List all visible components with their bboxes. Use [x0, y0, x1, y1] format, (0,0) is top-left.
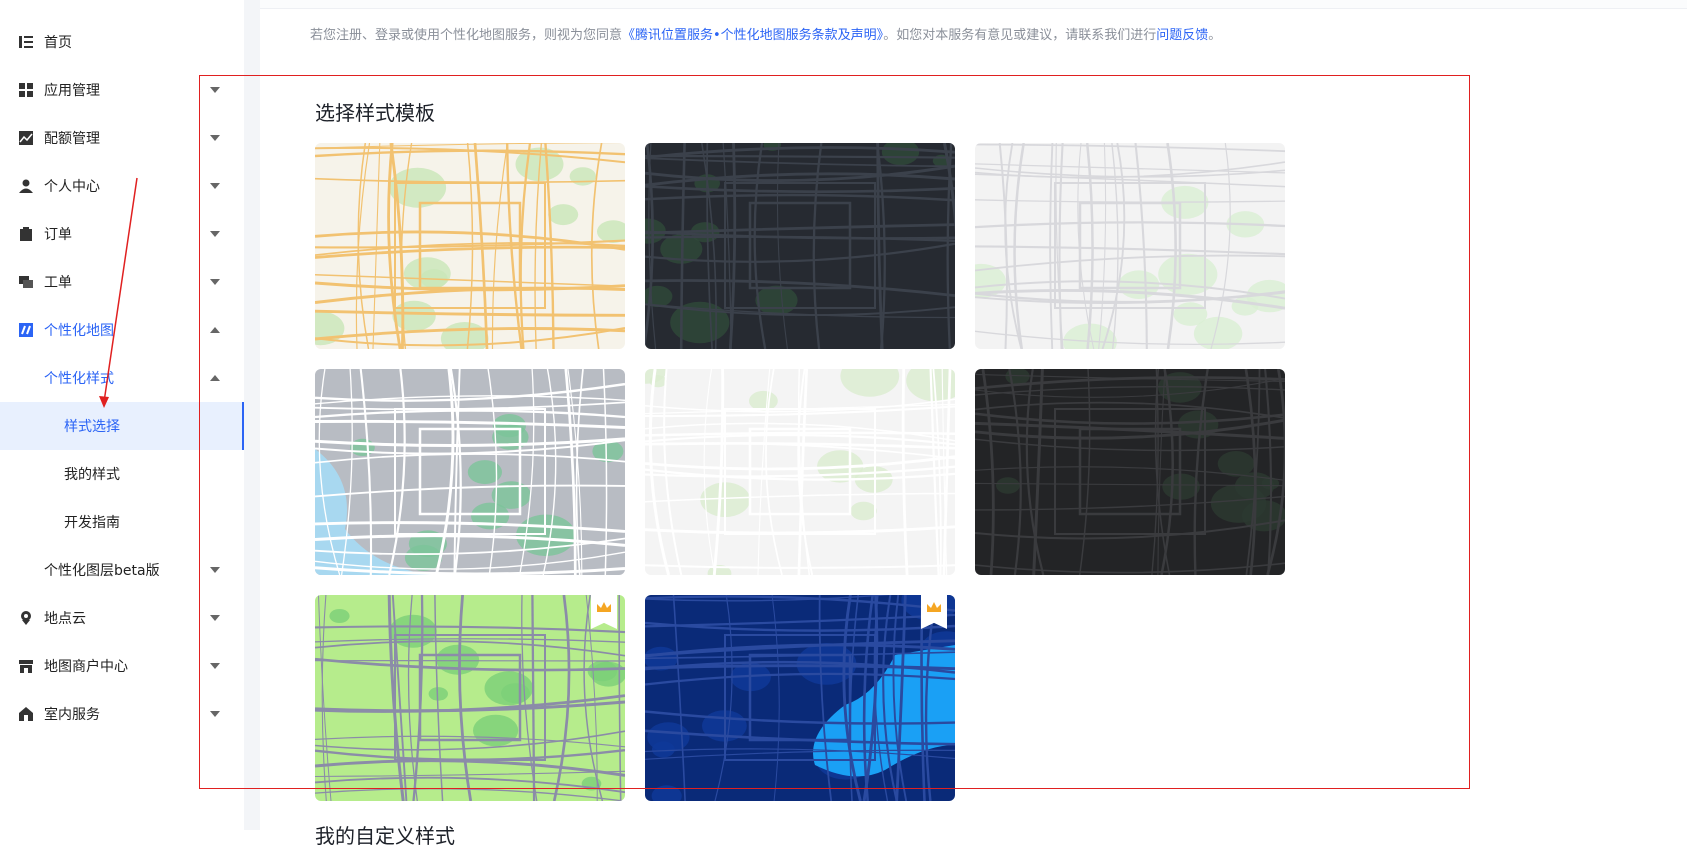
sidebar-item-custom-layer-beta[interactable]: 个性化图层beta版: [0, 546, 244, 594]
notice-prefix: 若您注册、登录或使用个性化地图服务，则视为您同意: [310, 28, 623, 43]
terms-link[interactable]: 《腾讯位置服务•个性化地图服务条款及声明》: [622, 28, 883, 43]
template-card-graphite[interactable]: [975, 369, 1285, 575]
sidebar-item-personal-center[interactable]: 个人中心: [0, 162, 244, 210]
sidebar-item-label: 开发指南: [64, 515, 120, 531]
notice-suffix: 。: [1208, 28, 1222, 43]
custom-map-icon: [18, 322, 34, 338]
notice-middle: 。如您对本服务有意见或建议，请联系我们进行: [883, 28, 1157, 43]
sidebar-item-app-management[interactable]: 应用管理: [0, 66, 244, 114]
terms-notice: 若您注册、登录或使用个性化地图服务，则视为您同意《腾讯位置服务•个性化地图服务条…: [310, 24, 1221, 43]
chevron-down-icon: [210, 663, 220, 669]
sidebar-item-custom-map[interactable]: 个性化地图: [0, 306, 244, 354]
chevron-up-icon: [210, 327, 220, 333]
app-grid-icon: [18, 82, 34, 98]
sidebar-item-label: 个性化地图: [44, 323, 114, 339]
chevron-down-icon: [210, 711, 220, 717]
quota-chart-icon: [18, 130, 34, 146]
map-thumbnail: [315, 143, 625, 349]
chevron-down-icon: [210, 279, 220, 285]
map-thumbnail: [975, 143, 1285, 349]
sidebar-item-home[interactable]: 首页: [0, 18, 244, 66]
chevron-down-icon: [210, 231, 220, 237]
sidebar-gutter: [244, 0, 260, 830]
sidebar-item-my-styles[interactable]: 我的样式: [0, 450, 244, 498]
sidebar-item-label: 个性化样式: [44, 371, 114, 387]
map-thumbnail: [645, 369, 955, 575]
chevron-down-icon: [210, 615, 220, 621]
map-thumbnail: [975, 369, 1285, 575]
template-card-standard-light[interactable]: [315, 143, 625, 349]
sidebar-item-tickets[interactable]: 工单: [0, 258, 244, 306]
map-thumbnail: [645, 595, 955, 801]
sidebar-nav: 首页 应用管理 配额管理 个人中心 订单 工单 个性化地图 个性化样式 样式选择…: [0, 0, 245, 830]
clipboard-icon: [18, 226, 34, 242]
map-thumbnail: [315, 595, 625, 801]
section-title: 选择样式模板: [315, 101, 435, 125]
sidebar-item-orders[interactable]: 订单: [0, 210, 244, 258]
template-card-blue-sea[interactable]: [315, 369, 625, 575]
chevron-down-icon: [210, 135, 220, 141]
user-icon: [18, 178, 34, 194]
sidebar-item-label: 配额管理: [44, 131, 100, 147]
chevron-down-icon: [210, 183, 220, 189]
main-content: 若您注册、登录或使用个性化地图服务，则视为您同意《腾讯位置服务•个性化地图服务条…: [260, 0, 1687, 848]
location-pin-icon: [18, 610, 34, 626]
sidebar-item-merchant-center[interactable]: 地图商户中心: [0, 642, 244, 690]
top-bar: [260, 0, 1687, 9]
sidebar-item-label: 我的样式: [64, 467, 120, 483]
sidebar-item-indoor-service[interactable]: 室内服务: [0, 690, 244, 738]
sidebar-item-label: 样式选择: [64, 419, 120, 435]
template-card-light-gray[interactable]: [975, 143, 1285, 349]
template-card-fresh-green[interactable]: [315, 595, 625, 801]
sidebar-item-label: 工单: [44, 275, 72, 291]
sidebar-item-dev-guide[interactable]: 开发指南: [0, 498, 244, 546]
chevron-down-icon: [210, 567, 220, 573]
sidebar-item-quota[interactable]: 配额管理: [0, 114, 244, 162]
sidebar-item-custom-style[interactable]: 个性化样式: [0, 354, 244, 402]
next-section-title: 我的自定义样式: [315, 824, 455, 848]
sidebar-item-place-cloud[interactable]: 地点云: [0, 594, 244, 642]
template-card-white[interactable]: [645, 369, 955, 575]
sidebar-item-label: 订单: [44, 227, 72, 243]
store-icon: [18, 658, 34, 674]
template-card-dark[interactable]: [645, 143, 955, 349]
chevron-down-icon: [210, 87, 220, 93]
sidebar-item-label: 地点云: [44, 611, 86, 627]
sidebar-item-label: 个性化图层beta版: [44, 563, 160, 579]
ticket-chat-icon: [18, 274, 34, 290]
map-thumbnail: [645, 143, 955, 349]
template-card-deep-blue[interactable]: [645, 595, 955, 801]
map-thumbnail: [315, 369, 625, 575]
home-list-icon: [18, 34, 34, 50]
sidebar-item-label: 首页: [44, 35, 72, 51]
sidebar-item-style-selection[interactable]: 样式选择: [0, 402, 244, 450]
sidebar-item-label: 应用管理: [44, 83, 100, 99]
building-icon: [18, 706, 34, 722]
feedback-link[interactable]: 问题反馈: [1156, 28, 1208, 43]
chevron-up-icon: [210, 375, 220, 381]
sidebar-item-label: 室内服务: [44, 707, 100, 723]
sidebar-item-label: 地图商户中心: [44, 659, 128, 675]
sidebar-item-label: 个人中心: [44, 179, 100, 195]
